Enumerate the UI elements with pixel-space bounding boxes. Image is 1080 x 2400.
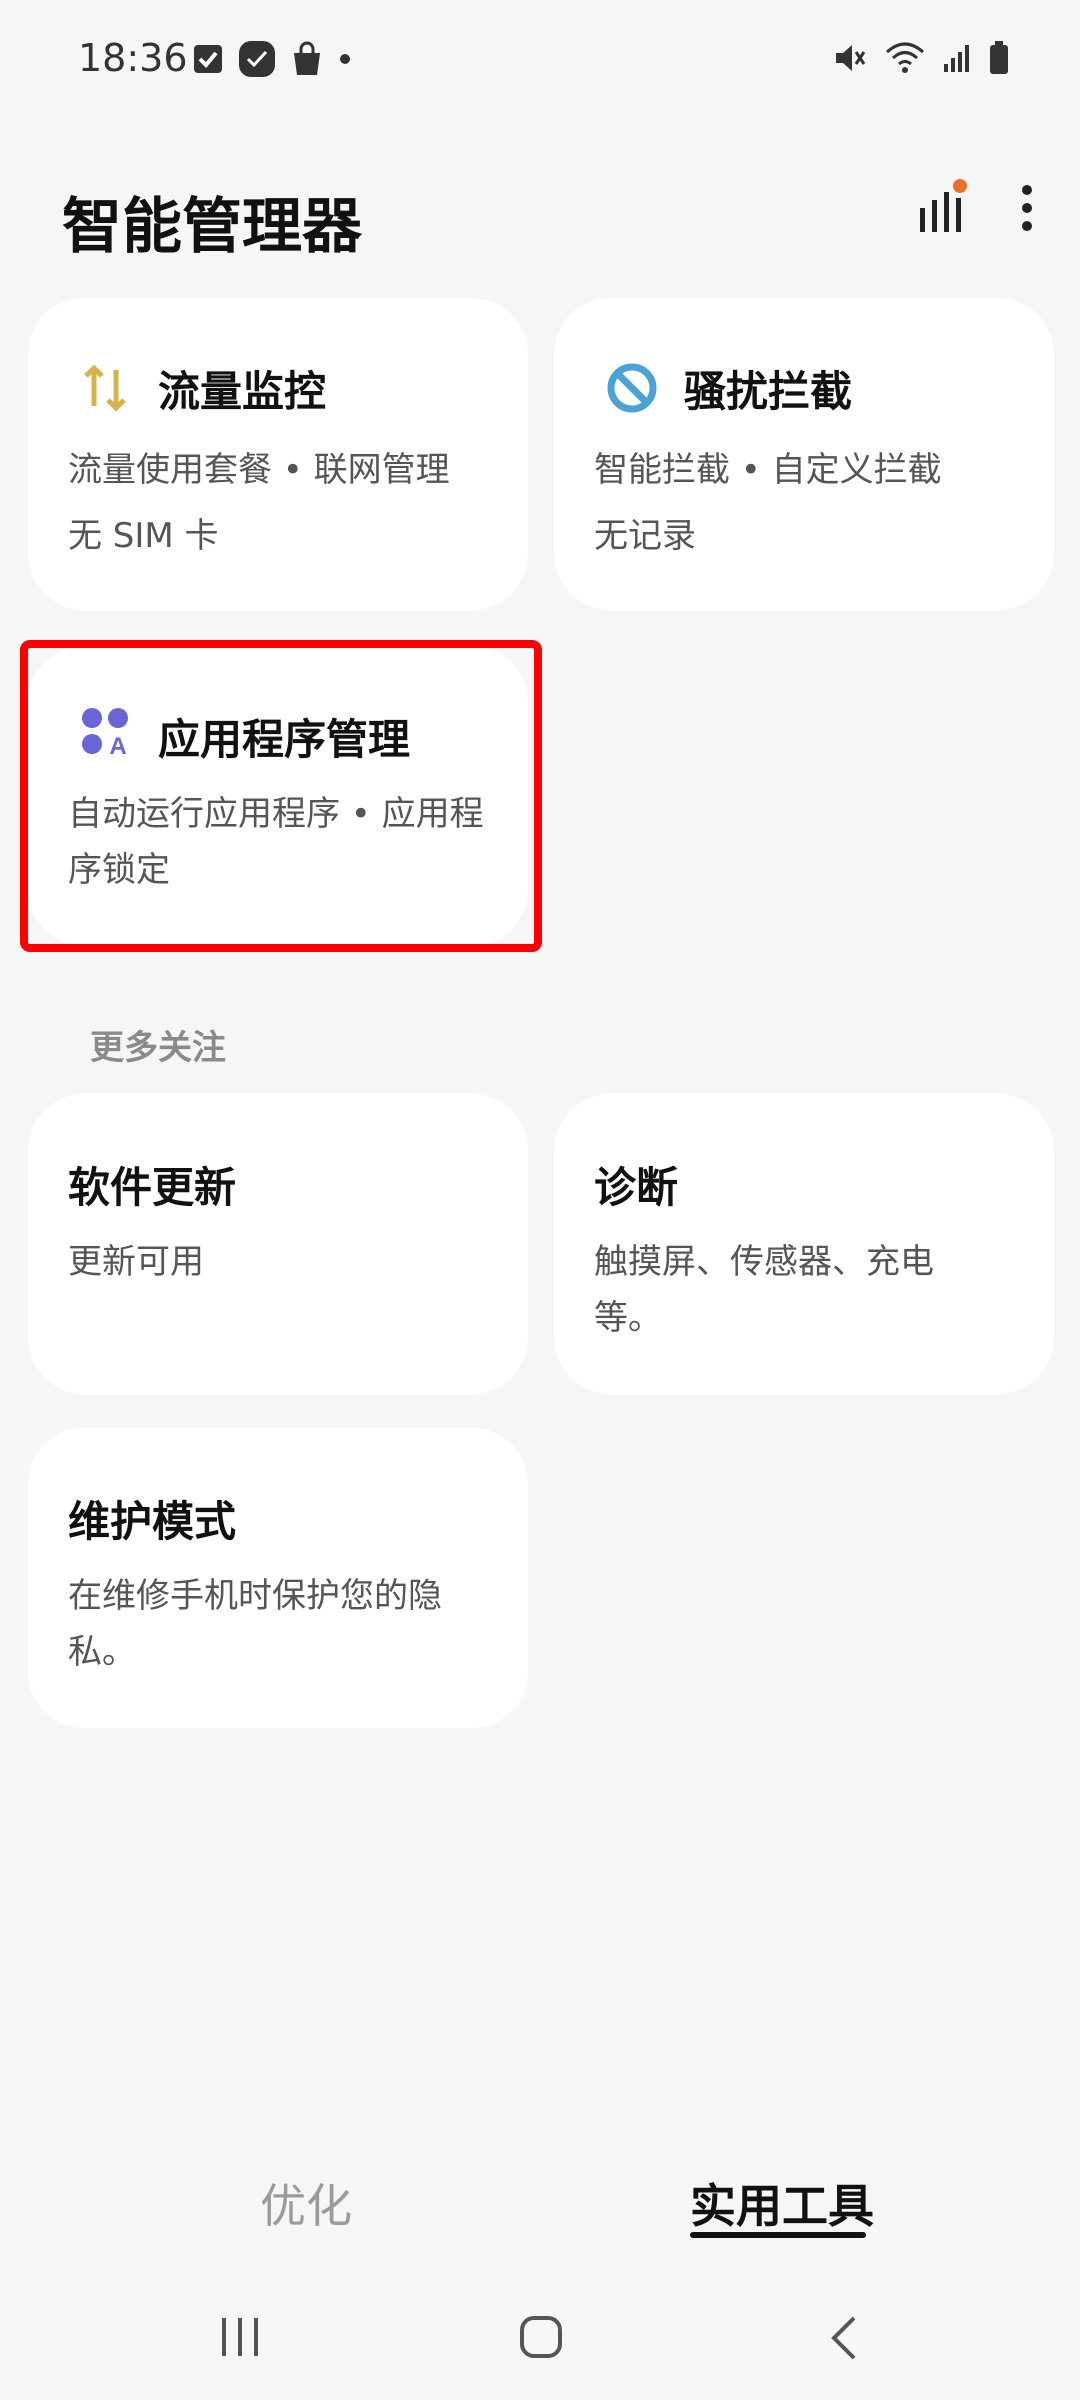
block-title: 骚扰拦截 bbox=[684, 367, 853, 416]
data-monitor-desc: 流量使用套餐 • 联网管理 无 SIM 卡 bbox=[68, 442, 488, 564]
data-monitor-subtitle: 流量使用套餐 • 联网管理 bbox=[68, 450, 450, 490]
section-header: 更多关注 bbox=[90, 1028, 226, 1068]
data-transfer-icon bbox=[78, 360, 134, 416]
system-status-icons bbox=[832, 40, 1010, 76]
notification-icons bbox=[192, 40, 352, 78]
signal-icon bbox=[942, 42, 972, 74]
maintenance-title: 维护模式 bbox=[68, 1497, 237, 1546]
more-notifications-dot-icon bbox=[338, 52, 352, 66]
more-options-icon[interactable] bbox=[1020, 183, 1034, 233]
data-monitor-status: 无 SIM 卡 bbox=[68, 516, 219, 556]
recent-apps-icon[interactable] bbox=[218, 2314, 262, 2360]
navigation-bar bbox=[0, 2290, 1080, 2400]
maintenance-card[interactable]: 维护模式 在维修手机时保护您的隐私。 bbox=[28, 1428, 528, 1728]
header-actions bbox=[918, 178, 1034, 238]
checkbox-notification-icon bbox=[192, 43, 224, 75]
status-time: 18:36 bbox=[78, 36, 188, 80]
wifi-icon bbox=[884, 40, 926, 76]
diagnostics-title: 诊断 bbox=[594, 1163, 679, 1212]
app-notification-icon bbox=[238, 40, 276, 78]
block-subtitle: 智能拦截 • 自定义拦截 bbox=[594, 450, 942, 490]
block-desc: 智能拦截 • 自定义拦截 无记录 bbox=[594, 442, 1014, 564]
data-monitor-title: 流量监控 bbox=[158, 367, 327, 416]
tab-tools[interactable]: 实用工具 bbox=[690, 2170, 874, 2236]
block-card[interactable]: 骚扰拦截 智能拦截 • 自定义拦截 无记录 bbox=[554, 298, 1054, 610]
status-bar: 18:36 bbox=[0, 0, 1080, 120]
back-icon[interactable] bbox=[826, 2314, 862, 2362]
software-update-title: 软件更新 bbox=[68, 1163, 237, 1212]
tab-underline bbox=[690, 2232, 866, 2238]
highlight-box bbox=[20, 640, 542, 952]
home-icon[interactable] bbox=[518, 2314, 564, 2360]
software-update-desc: 更新可用 bbox=[68, 1242, 204, 1282]
tab-optimize[interactable]: 优化 bbox=[260, 2170, 352, 2236]
diagnostics-desc: 触摸屏、传感器、充电等。 bbox=[594, 1242, 934, 1338]
page-title: 智能管理器 bbox=[62, 192, 362, 262]
data-monitor-card[interactable]: 流量监控 流量使用套餐 • 联网管理 无 SIM 卡 bbox=[28, 298, 528, 610]
signal-stats-icon[interactable] bbox=[918, 178, 968, 238]
diagnostics-card[interactable]: 诊断 触摸屏、传感器、充电等。 bbox=[554, 1094, 1054, 1394]
maintenance-desc: 在维修手机时保护您的隐私。 bbox=[68, 1576, 442, 1672]
block-status: 无记录 bbox=[594, 516, 696, 556]
bottom-tabs: 优化 实用工具 bbox=[0, 2160, 1080, 2260]
battery-icon bbox=[988, 40, 1010, 76]
shopping-bag-icon bbox=[290, 41, 324, 77]
block-icon bbox=[604, 360, 660, 416]
mute-icon bbox=[832, 40, 868, 76]
software-update-card[interactable]: 软件更新 更新可用 bbox=[28, 1094, 528, 1394]
